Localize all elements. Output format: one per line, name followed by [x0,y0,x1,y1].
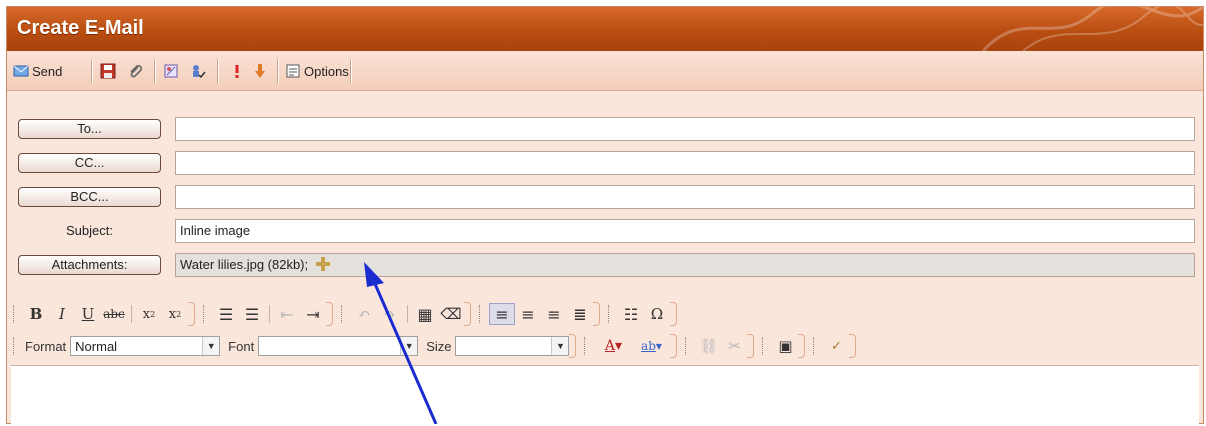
address-book-icon [163,63,179,79]
chevron-down-icon: ▼ [400,337,418,355]
justify-icon[interactable]: ≣ [567,303,593,325]
undo-icon[interactable]: ↶ [351,303,377,325]
options-icon [285,63,301,79]
outdent-icon[interactable]: ⇤ [274,303,300,325]
main-toolbar: Send Options [7,51,1203,91]
spellcheck-icon[interactable]: ✓ [823,335,849,357]
eraser-icon[interactable]: ⌫ [438,303,464,325]
subject-label: Subject: [66,223,113,238]
text-color-icon[interactable]: A ▾ [594,335,632,357]
subscript-icon[interactable]: x2 [136,303,162,325]
title-decoration [981,7,1203,51]
title-bar: Create E-Mail [7,7,1203,51]
horizontal-rule-icon[interactable]: ☷ [618,303,644,325]
address-book-button[interactable] [163,61,179,81]
paperclip-icon [127,63,143,79]
options-label: Options [304,63,349,79]
align-left-icon[interactable]: ≡ [489,303,515,325]
bullet-list-icon[interactable]: ☰ [239,303,265,325]
to-button[interactable]: To... [18,119,161,139]
save-button[interactable] [100,61,116,81]
select-all-icon[interactable]: ▦ [412,303,438,325]
email-window: Create E-Mail Send Options To... CC... B… [6,6,1204,426]
editor-toolbar: B I U abc x2 x2 ☰ ☰ ⇤ ⇥ ↶ ↷ ▦ ⌫ ≡ ≡ ≡ ≣ … [11,297,1197,369]
format-label: Format [25,338,67,354]
bcc-field[interactable] [175,185,1195,209]
envelope-icon [13,63,29,79]
italic-icon[interactable]: I [49,303,75,325]
font-select[interactable]: ▼ [258,336,419,356]
insert-image-icon[interactable]: ▣ [772,335,798,357]
size-label: Size [426,338,452,354]
check-names-button[interactable] [190,61,206,81]
numbered-list-icon[interactable]: ☰ [213,303,239,325]
format-value: Normal [75,338,118,354]
size-select[interactable]: ▼ [455,336,570,356]
format-select[interactable]: Normal ▼ [70,336,221,356]
subject-field[interactable]: Inline image [175,219,1195,243]
send-button[interactable]: Send [13,61,62,81]
bold-icon[interactable]: B [23,303,49,325]
add-attachment-plus-icon[interactable] [315,257,330,271]
strikethrough-icon[interactable]: abc [101,303,127,325]
message-body-editor[interactable] [11,365,1199,426]
low-priority-button[interactable] [252,61,268,81]
down-arrow-icon [252,63,268,79]
special-character-icon[interactable]: Ω [644,303,670,325]
underline-icon[interactable]: U [75,303,101,325]
send-label: Send [32,63,63,79]
cc-field[interactable] [175,151,1195,175]
high-priority-button[interactable] [229,61,245,81]
chevron-down-icon: ▼ [202,337,220,355]
link-icon[interactable]: ⛓ [695,335,721,357]
indent-icon[interactable]: ⇥ [300,303,326,325]
attach-button[interactable] [127,61,143,81]
chevron-down-icon: ▼ [551,337,569,355]
save-icon [100,63,116,79]
window-title: Create E-Mail [17,17,144,39]
attachments-button[interactable]: Attachments: [18,255,161,275]
background-color-icon[interactable]: ab ▾ [632,335,670,357]
font-label: Font [228,338,255,354]
exclamation-icon [229,63,245,79]
options-button[interactable]: Options [285,61,349,81]
unlink-icon[interactable]: ✂ [721,335,747,357]
bcc-button[interactable]: BCC... [18,187,161,207]
check-names-icon [190,63,206,79]
attachment-filename[interactable]: Water lilies.jpg (82kb); [180,257,308,272]
to-field[interactable] [175,117,1195,141]
attachments-field: Water lilies.jpg (82kb); [175,253,1195,277]
redo-icon[interactable]: ↷ [377,303,403,325]
superscript-icon[interactable]: x2 [162,303,188,325]
align-right-icon[interactable]: ≡ [541,303,567,325]
align-center-icon[interactable]: ≡ [515,303,541,325]
cc-button[interactable]: CC... [18,153,161,173]
